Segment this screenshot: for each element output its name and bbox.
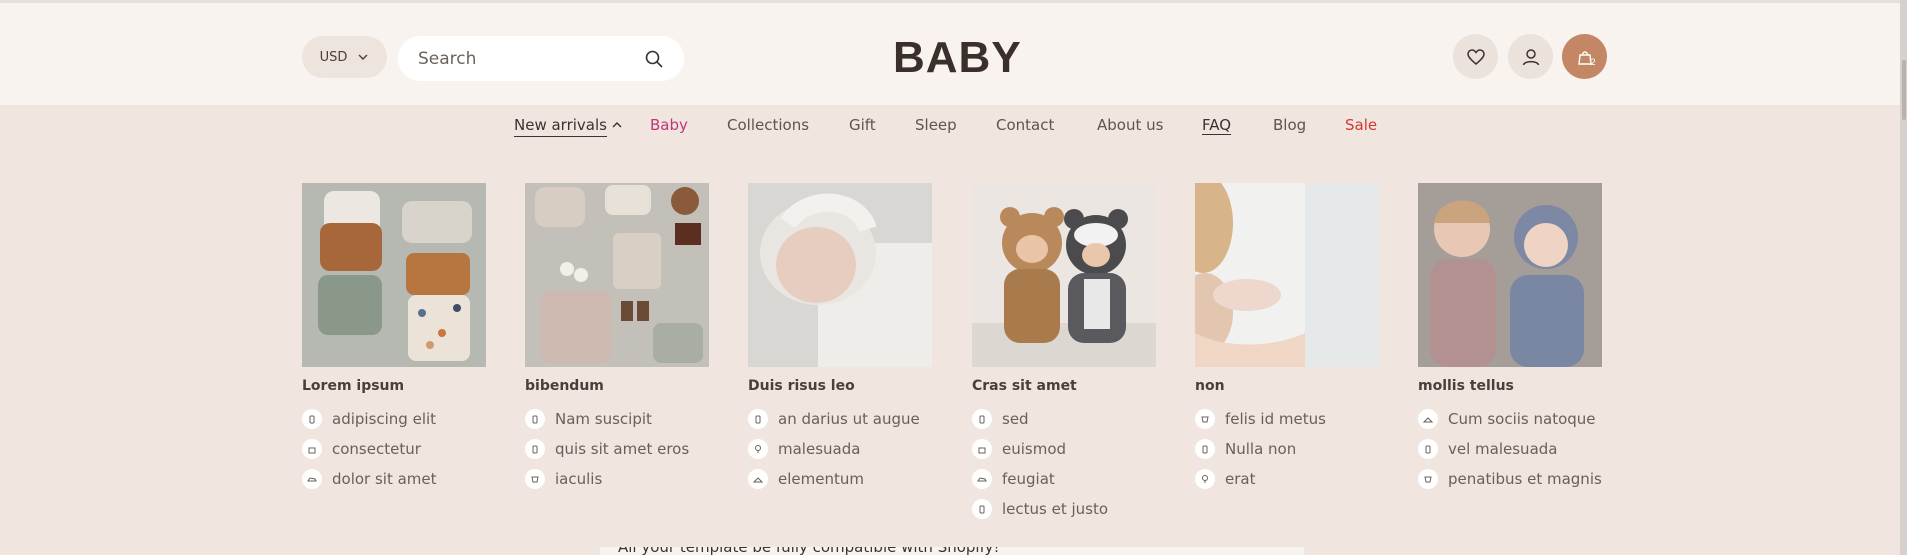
mega-menu-column: Cras sit amet sed euismod feugiat lectus…	[972, 183, 1156, 524]
menu-link[interactable]: an darius ut augue	[748, 404, 932, 434]
menu-link[interactable]: Nulla non	[1195, 434, 1379, 464]
hanger-icon	[748, 469, 768, 489]
column-title[interactable]: bibendum	[525, 378, 709, 396]
search-bar[interactable]	[398, 36, 684, 81]
currency-label: USD	[319, 49, 348, 65]
bottle-icon	[1195, 439, 1215, 459]
nav-item-new-arrivals[interactable]: New arrivals	[514, 116, 607, 137]
nav-item-gift[interactable]: Gift	[849, 116, 876, 134]
currency-selector[interactable]: USD	[302, 36, 387, 78]
mega-menu-column: Duis risus leo an darius ut augue malesu…	[748, 183, 932, 494]
column-title[interactable]: Lorem ipsum	[302, 378, 486, 396]
heart-icon	[1466, 48, 1485, 65]
page-scrollbar[interactable]	[1900, 0, 1907, 555]
menu-link[interactable]: vel malesuada	[1418, 434, 1602, 464]
nav-item-about-us[interactable]: About us	[1097, 116, 1163, 134]
column-image-animal-costumes[interactable]	[972, 183, 1156, 367]
user-icon	[1522, 48, 1539, 65]
menu-link[interactable]: elementum	[748, 464, 932, 494]
bag-icon	[302, 439, 322, 459]
shoe-icon	[972, 469, 992, 489]
menu-link[interactable]: Nam suscipit	[525, 404, 709, 434]
menu-link[interactable]: iaculis	[525, 464, 709, 494]
menu-link[interactable]: erat	[1195, 464, 1379, 494]
menu-link[interactable]: malesuada	[748, 434, 932, 464]
mega-menu-column: non felis id metus Nulla non erat	[1195, 183, 1379, 494]
menu-link[interactable]: euismod	[972, 434, 1156, 464]
menu-link[interactable]: feugiat	[972, 464, 1156, 494]
cart-button[interactable]: 2	[1562, 34, 1607, 79]
chevron-down-icon	[358, 54, 368, 60]
bag-icon	[972, 439, 992, 459]
bottle-icon	[972, 499, 992, 519]
account-button[interactable]	[1508, 34, 1553, 79]
bib-icon	[1195, 409, 1215, 429]
scrollbar-thumb[interactable]	[1902, 60, 1906, 120]
nav-item-collections[interactable]: Collections	[727, 116, 809, 134]
nav-item-contact[interactable]: Contact	[996, 116, 1054, 134]
column-image-mother-and-newborn[interactable]	[1195, 183, 1379, 367]
bottle-icon	[525, 439, 545, 459]
column-image-two-babies[interactable]	[1418, 183, 1602, 367]
nav-item-baby[interactable]: Baby	[650, 116, 688, 134]
menu-link[interactable]: penatibus et magnis	[1418, 464, 1602, 494]
nav-item-blog[interactable]: Blog	[1273, 116, 1306, 134]
pacifier-icon	[748, 439, 768, 459]
column-title[interactable]: mollis tellus	[1418, 378, 1602, 396]
column-title[interactable]: Duis risus leo	[748, 378, 932, 396]
mega-menu-column: bibendum Nam suscipit quis sit amet eros…	[525, 183, 709, 494]
bib-icon	[525, 469, 545, 489]
column-image-sleeping-baby[interactable]	[748, 183, 932, 367]
column-image-clothes-flatlay[interactable]	[302, 183, 486, 367]
bottle-icon	[748, 409, 768, 429]
menu-link[interactable]: consectetur	[302, 434, 486, 464]
mega-menu: Lorem ipsum adipiscing elit consectetur …	[302, 183, 1602, 523]
menu-link[interactable]: sed	[972, 404, 1156, 434]
nav-item-sleep[interactable]: Sleep	[915, 116, 957, 134]
nav-item-faq[interactable]: FAQ	[1202, 116, 1231, 134]
menu-link[interactable]: dolor sit amet	[302, 464, 486, 494]
search-input[interactable]	[418, 48, 618, 69]
column-image-dress-flatlay[interactable]	[525, 183, 709, 367]
bottle-icon	[972, 409, 992, 429]
cart-count-badge: 2	[1590, 58, 1596, 68]
bottle-icon	[525, 409, 545, 429]
bottle-icon	[1418, 439, 1438, 459]
bottle-icon	[302, 409, 322, 429]
site-header: USD BABY 2	[0, 0, 1907, 105]
menu-link[interactable]: felis id metus	[1195, 404, 1379, 434]
nav-item-sale[interactable]: Sale	[1345, 116, 1377, 134]
main-navigation: New arrivals Baby Collections Gift Sleep…	[0, 116, 1907, 138]
bib-icon	[1418, 469, 1438, 489]
column-title[interactable]: non	[1195, 378, 1379, 396]
menu-link[interactable]: Cum sociis natoque	[1418, 404, 1602, 434]
mega-menu-column: mollis tellus Cum sociis natoque vel mal…	[1418, 183, 1602, 494]
shoe-icon	[302, 469, 322, 489]
menu-link[interactable]: lectus et justo	[972, 494, 1156, 524]
wishlist-button[interactable]	[1453, 34, 1498, 79]
column-title[interactable]: Cras sit amet	[972, 378, 1156, 396]
menu-link[interactable]: adipiscing elit	[302, 404, 486, 434]
pacifier-icon	[1195, 469, 1215, 489]
menu-link[interactable]: quis sit amet eros	[525, 434, 709, 464]
search-icon[interactable]	[644, 49, 664, 69]
hanger-icon	[1418, 409, 1438, 429]
site-logo[interactable]: BABY	[893, 33, 1022, 83]
chevron-up-icon[interactable]	[611, 120, 623, 130]
mega-menu-column: Lorem ipsum adipiscing elit consectetur …	[302, 183, 486, 494]
